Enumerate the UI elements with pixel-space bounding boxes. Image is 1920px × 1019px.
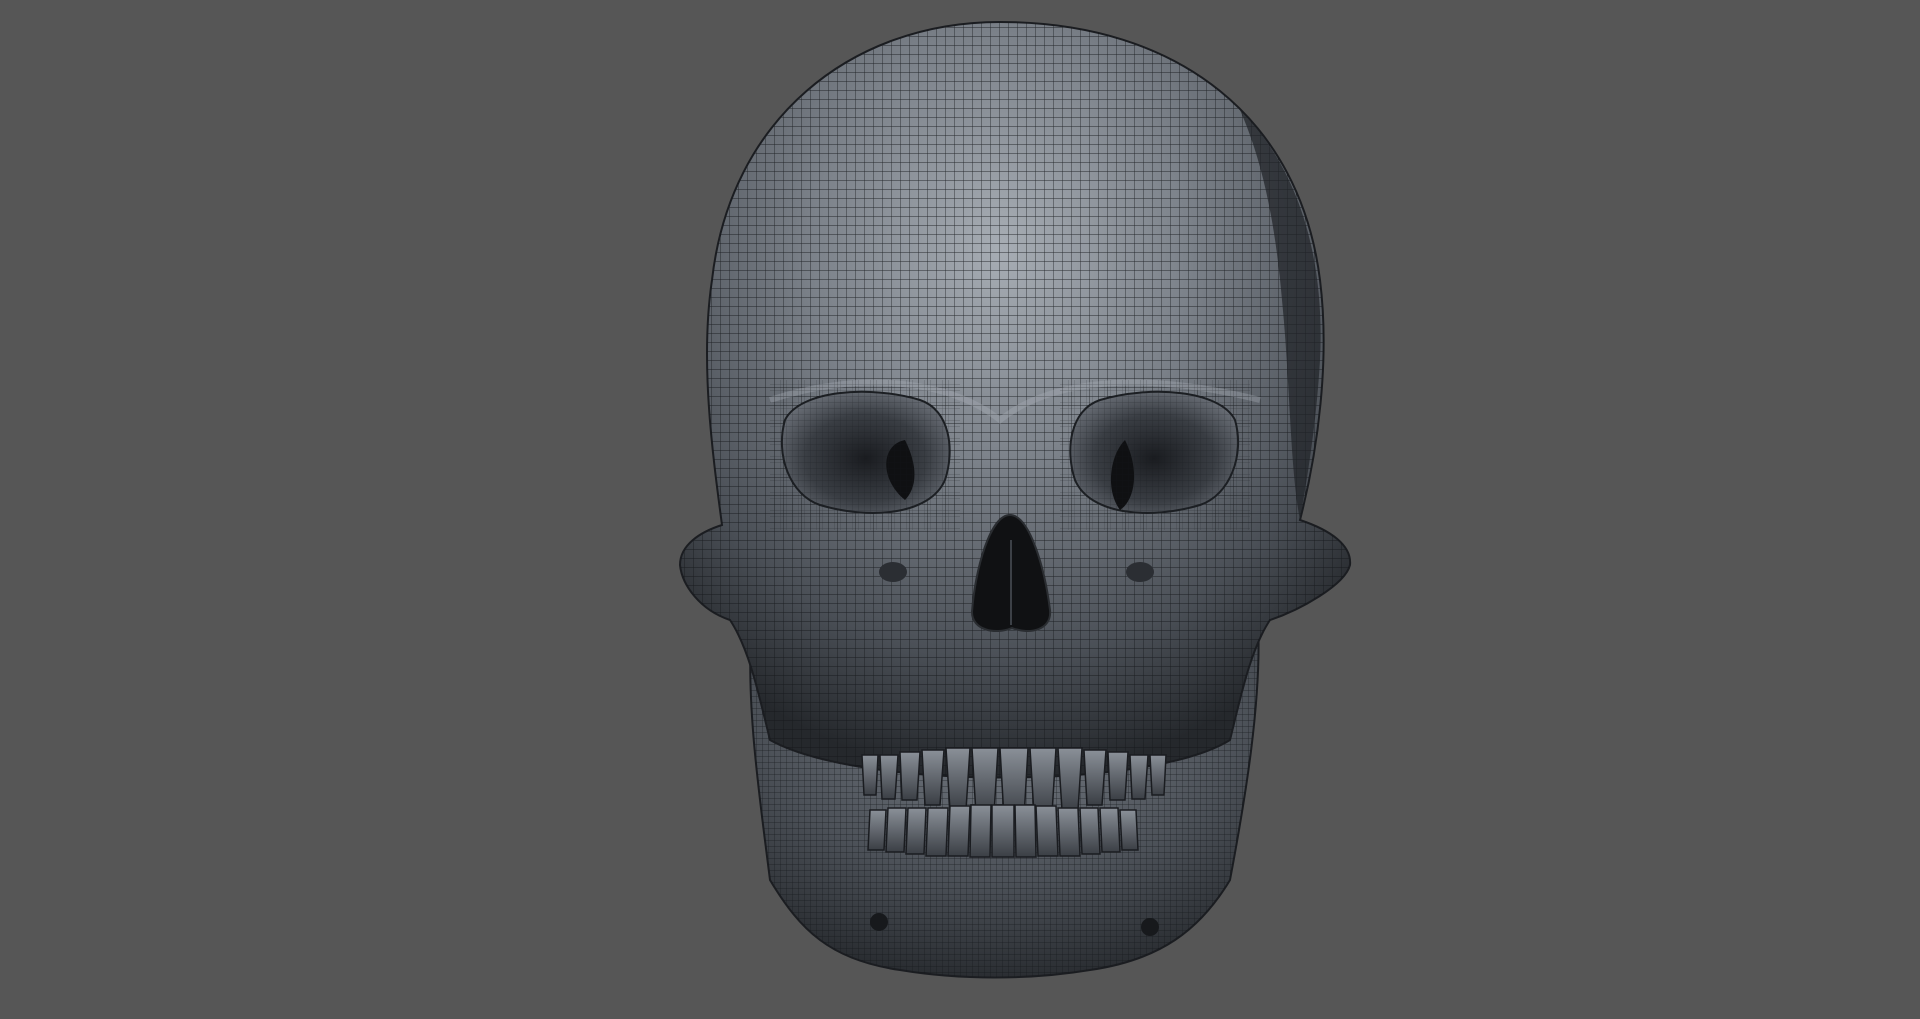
orbit-right bbox=[1060, 380, 1250, 530]
orbit-left bbox=[770, 380, 960, 530]
skull-render bbox=[0, 0, 1920, 1019]
mental-foramen-right bbox=[1141, 918, 1159, 936]
mental-foramen-left bbox=[870, 913, 888, 931]
infraorbital-foramen-right bbox=[1126, 562, 1154, 582]
lower-teeth bbox=[867, 804, 1139, 858]
infraorbital-foramen-left bbox=[879, 562, 907, 582]
3d-viewport[interactable] bbox=[0, 0, 1920, 1019]
